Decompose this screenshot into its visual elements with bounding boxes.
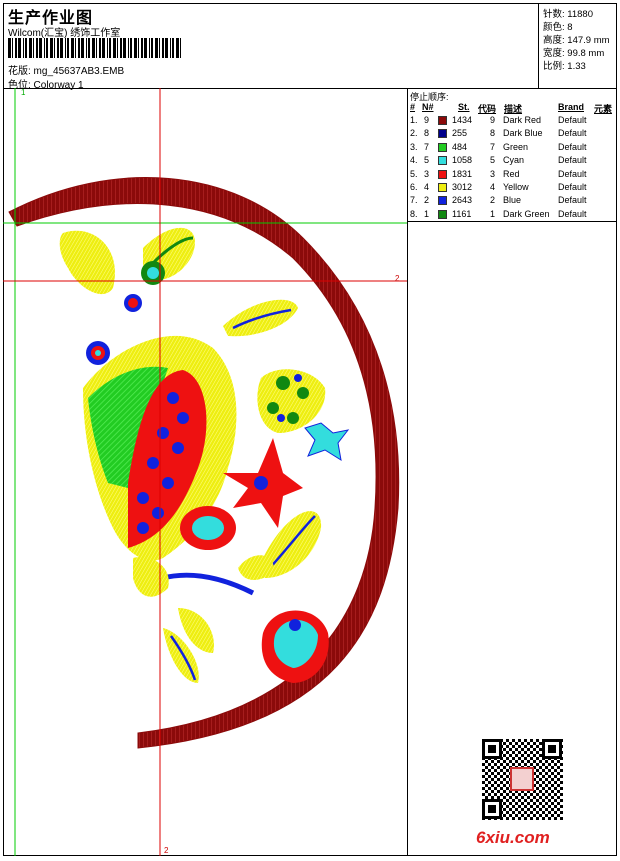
- row-stitches: 255: [452, 128, 468, 139]
- row-desc: Dark Red: [503, 115, 542, 125]
- row-brand: Default: [558, 208, 587, 219]
- row-index: 4.: [410, 155, 418, 166]
- row-code: 8: [490, 128, 496, 139]
- cyan-eye: [180, 506, 236, 550]
- row-needle: 2: [424, 195, 430, 206]
- row-desc: Red: [503, 168, 520, 179]
- row-desc: Blue: [503, 195, 522, 206]
- row-index: 5.: [410, 168, 418, 179]
- qr-code: [482, 739, 563, 820]
- row-stitches: 1434: [452, 115, 473, 125]
- color-swatch: [438, 183, 447, 192]
- color-swatch: [438, 156, 447, 166]
- col-header-code: 代码: [478, 104, 497, 114]
- stop-sequence-row: 8. 1 1161 1 Dark Green Default: [408, 209, 617, 222]
- flower-left: [86, 341, 110, 365]
- cyan-star: [304, 422, 350, 462]
- row-stitches: 2643: [452, 195, 473, 206]
- row-code: 5: [490, 155, 496, 166]
- row-index: 6.: [410, 182, 418, 192]
- row-stitches: 484: [452, 141, 468, 152]
- guide-label-2-right: 2: [395, 274, 400, 283]
- stop-sequence-row: 4. 5 1058 5 Cyan Default: [408, 155, 617, 168]
- row-index: 7.: [410, 195, 418, 206]
- row-desc: Green: [503, 141, 529, 152]
- row-code: 3: [490, 168, 496, 179]
- row-stitches: 1161: [452, 208, 472, 219]
- guide-label-1: 1: [21, 88, 26, 97]
- yellow-tail: [133, 557, 169, 597]
- stat-scale: 比例: 1.33: [543, 61, 586, 72]
- color-swatch: [438, 129, 447, 139]
- color-swatch: [438, 169, 447, 179]
- row-code: 4: [490, 182, 496, 192]
- row-brand: Default: [558, 155, 587, 166]
- row-needle: 9: [424, 115, 430, 125]
- stop-sequence-row: 3. 7 484 7 Green Default: [408, 142, 617, 155]
- row-needle: 3: [424, 168, 430, 179]
- stats-box: 针数: 11880 颜色: 8 高度: 147.9 mm 宽度: 99.8 mm…: [538, 3, 618, 88]
- row-brand: Default: [558, 115, 587, 125]
- row-code: 9: [490, 115, 496, 125]
- watermark-logo: 6xiu.com: [476, 828, 550, 847]
- color-swatch: [438, 196, 447, 206]
- stop-sequence-row: 7. 2 2643 2 Blue Default: [408, 195, 617, 208]
- row-needle: 1: [424, 208, 430, 219]
- embroidery-design: [3, 88, 407, 856]
- row-index: 3.: [410, 141, 418, 152]
- col-header-needle: N#: [422, 102, 434, 112]
- row-index: 8.: [410, 208, 418, 219]
- stat-width: 宽度: 99.8 mm: [543, 48, 605, 59]
- design-preview: 1 2 2: [3, 88, 408, 856]
- row-needle: 5: [424, 155, 430, 166]
- row-desc: Cyan: [503, 155, 525, 166]
- color-swatch: [438, 116, 447, 125]
- row-brand: Default: [558, 195, 587, 206]
- guide-label-2-bottom: 2: [164, 846, 169, 855]
- stop-sequence-row: 5. 3 1831 3 Red Default: [408, 169, 617, 182]
- col-header-element: 元素: [594, 104, 613, 114]
- yellow-leaf-top: [59, 230, 115, 295]
- stat-stitches: 针数: 11880: [543, 9, 593, 20]
- row-code: 7: [490, 141, 496, 152]
- row-brand: Default: [558, 168, 587, 179]
- row-code: 1: [490, 208, 496, 219]
- row-desc: Dark Blue: [503, 128, 543, 139]
- row-index: 1.: [410, 115, 418, 125]
- col-header-index: #: [410, 102, 416, 112]
- row-stitches: 3012: [452, 182, 473, 192]
- row-desc: Yellow: [503, 182, 529, 192]
- stat-colors: 颜色: 8: [543, 22, 573, 33]
- row-needle: 4: [424, 182, 430, 192]
- row-brand: Default: [558, 182, 587, 192]
- stop-sequence-row: 6. 4 3012 4 Yellow Default: [408, 182, 617, 195]
- row-stitches: 1058: [452, 155, 473, 166]
- row-needle: 8: [424, 128, 430, 139]
- design-file-label: 花版: mg_45637AB3.EMB: [8, 66, 125, 77]
- row-index: 2.: [410, 128, 418, 139]
- stop-sequence-row: 2. 8 255 8 Dark Blue Default: [408, 128, 617, 141]
- row-needle: 7: [424, 141, 430, 152]
- flower-mid: [124, 294, 142, 312]
- row-desc: Dark Green: [503, 208, 550, 219]
- panel-divider: [408, 221, 617, 222]
- col-header-desc: 描述: [504, 104, 523, 114]
- col-header-stitches: St.: [458, 102, 470, 112]
- color-swatch: [438, 209, 447, 219]
- stop-sequence-row: 1. 9 1434 9 Dark Red Default: [408, 115, 617, 128]
- software-label: Wilcom(汇宝) 绣饰工作室: [8, 28, 121, 39]
- row-code: 2: [490, 195, 496, 206]
- barcode: [8, 38, 181, 58]
- stat-height: 高度: 147.9 mm: [543, 35, 610, 46]
- row-brand: Default: [558, 141, 587, 152]
- col-header-brand: Brand: [558, 102, 585, 112]
- color-swatch: [438, 142, 447, 152]
- row-brand: Default: [558, 128, 587, 139]
- row-stitches: 1831: [452, 168, 473, 179]
